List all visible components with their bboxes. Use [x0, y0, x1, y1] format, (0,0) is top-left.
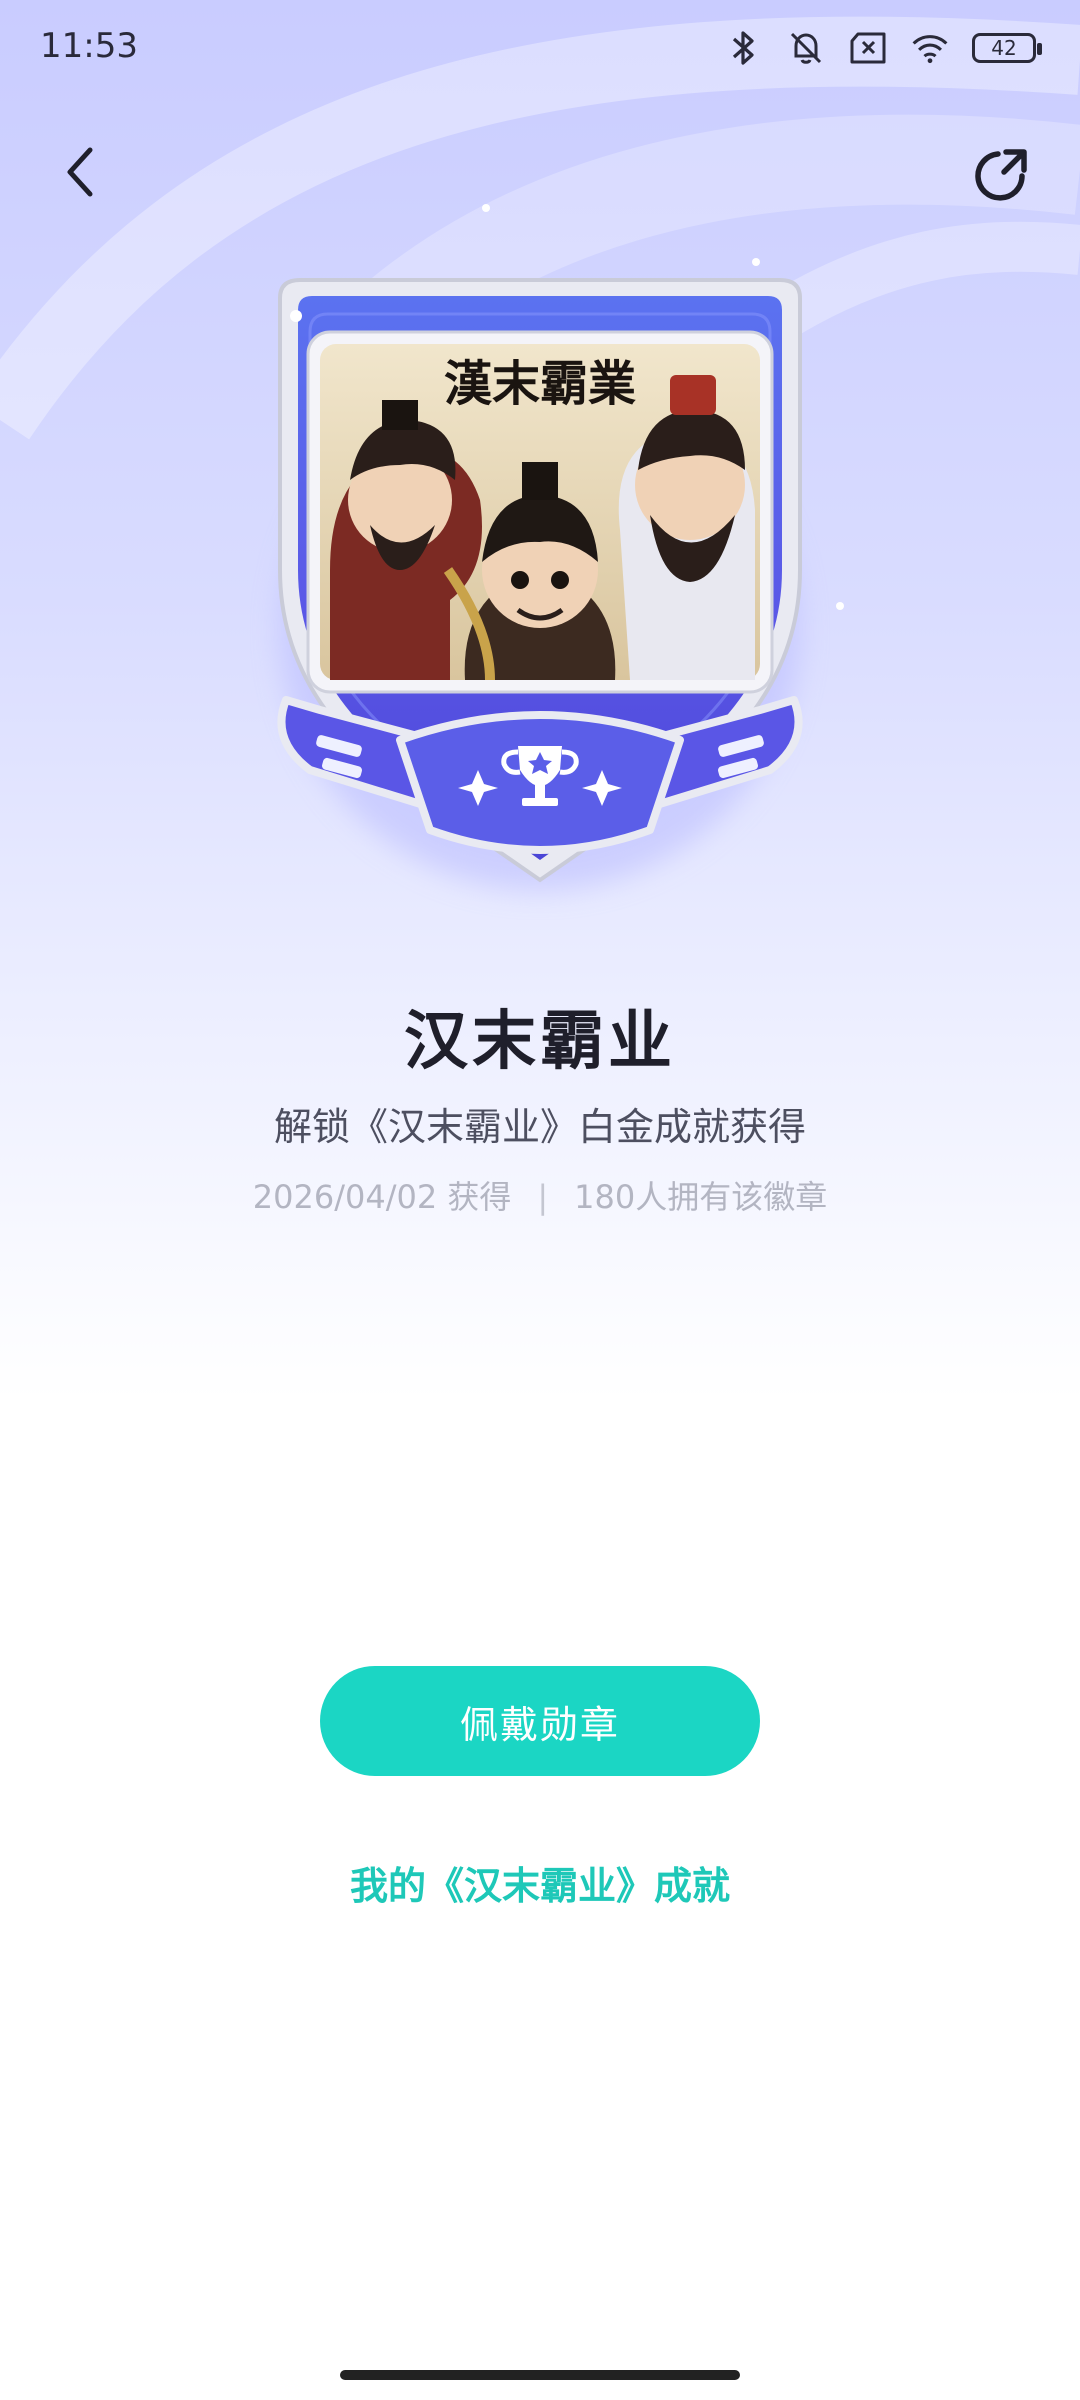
- badge-meta: 2026/04/02 获得 | 180人拥有该徽章: [0, 1172, 1080, 1218]
- no-sim-icon: [848, 28, 888, 68]
- obtained-date: 2026/04/02 获得: [252, 1178, 512, 1216]
- status-time: 11:53: [40, 26, 138, 66]
- game-logo-text: 漢末霸業: [444, 356, 636, 412]
- home-indicator[interactable]: [340, 2370, 740, 2380]
- wear-badge-button[interactable]: 佩戴勋章: [320, 1666, 760, 1776]
- owner-count: 180人拥有该徽章: [574, 1178, 828, 1216]
- battery-level: 42: [991, 36, 1017, 60]
- achievement-badge: 漢末霸業: [277, 278, 803, 890]
- badge-description: 解锁《汉末霸业》白金成就获得: [273, 1105, 806, 1149]
- badge-title: 汉末霸业: [404, 1005, 676, 1079]
- status-icons: 42: [724, 24, 1042, 72]
- share-arrow-icon: [975, 149, 1027, 201]
- battery-icon: 42: [972, 33, 1042, 63]
- bluetooth-icon: [724, 28, 764, 68]
- wifi-icon: [910, 28, 950, 68]
- back-button[interactable]: [48, 140, 112, 204]
- chevron-left-icon: [67, 147, 93, 197]
- share-button[interactable]: [964, 140, 1036, 212]
- mute-bell-icon: [786, 28, 826, 68]
- my-achievements-link[interactable]: 我的《汉末霸业》成就: [0, 1855, 1080, 1910]
- meta-divider: |: [537, 1178, 549, 1216]
- status-bar: 11:53 42: [0, 0, 1080, 96]
